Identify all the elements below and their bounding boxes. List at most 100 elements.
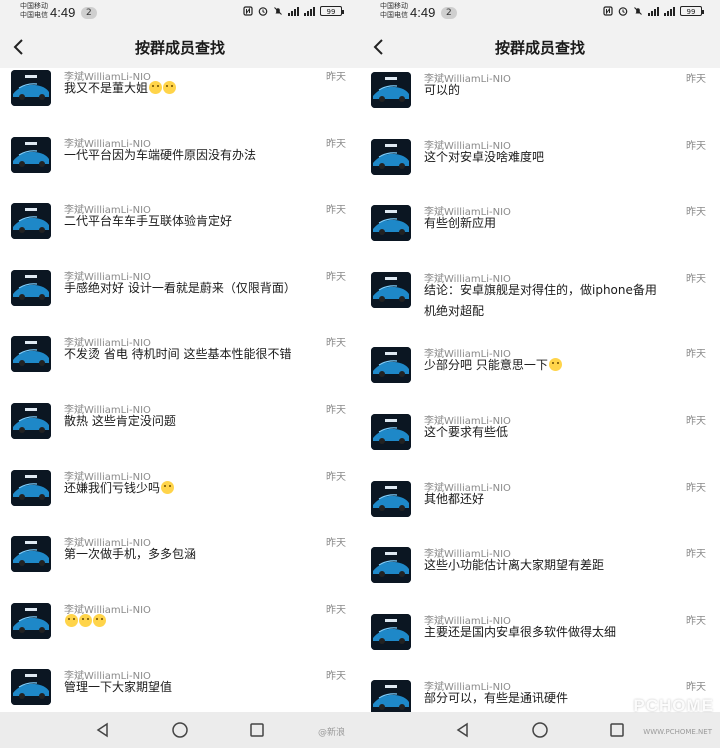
message-text: 一代平台因为车端硬件原因没有办法: [64, 145, 344, 166]
carrier-info: 中国移动 中国电信: [380, 2, 408, 20]
message-text: 这个对安卓没啥难度吧: [424, 147, 704, 168]
emoji-icon: [548, 358, 562, 372]
message-text: 有些创新应用: [424, 213, 704, 234]
message-text: 主要还是国内安卓很多软件做得太细: [424, 622, 704, 643]
message-text: 我又不是董大姐: [64, 78, 344, 99]
recents-square-icon[interactable]: [248, 721, 266, 739]
status-bar: 中国移动 中国电信 4:49 2 99: [360, 0, 720, 26]
avatar[interactable]: [371, 72, 411, 108]
notification-badge: 2: [81, 7, 97, 19]
avatar[interactable]: [11, 70, 51, 106]
back-triangle-icon[interactable]: [94, 721, 112, 739]
battery-icon: 99: [680, 6, 704, 16]
avatar[interactable]: [11, 669, 51, 706]
avatar[interactable]: [371, 613, 411, 650]
avatar[interactable]: [371, 680, 411, 717]
carrier-info: 中国移动 中国电信: [20, 2, 48, 20]
avatar[interactable]: [11, 536, 51, 573]
signal-1-icon: [648, 6, 659, 16]
message-text-line: 散热 这些肯定没问题: [64, 414, 176, 428]
message-text-line: 手感绝对好 设计一看就是蔚来（仅限背面）: [64, 280, 296, 295]
avatar[interactable]: [371, 271, 411, 308]
status-icons: 99: [243, 6, 344, 16]
title-bar: 按群成员查找: [0, 26, 360, 68]
back-triangle-icon[interactable]: [454, 721, 472, 739]
pchome-watermark: PCHOME: [633, 696, 714, 715]
message-text-line: 这个要求有些低: [424, 425, 509, 439]
title-bar: 按群成员查找: [360, 26, 720, 68]
avatar[interactable]: [371, 138, 411, 175]
avatar[interactable]: [371, 205, 411, 242]
avatar[interactable]: [371, 347, 411, 384]
message-text: [64, 611, 344, 632]
message-text: 其他都还好: [424, 489, 704, 510]
navigation-bar: @新浪: [0, 712, 360, 748]
message-text: 二代平台车车手互联体验肯定好: [64, 211, 344, 232]
signal-2-icon: [664, 6, 675, 16]
message-text: 结论：安卓旗舰是对得住的，做iphone备用 机绝对超配: [424, 280, 704, 322]
message-text: 这些小功能估计离大家期望有差距: [424, 555, 704, 576]
message-text: 不发烫 省电 待机时间 这些基本性能很不错: [64, 344, 344, 365]
message-text: 散热 这些肯定没问题: [64, 411, 344, 432]
notification-badge: 2: [441, 7, 457, 19]
message-text-line: 二代平台车车手互联体验肯定好: [64, 214, 233, 229]
signal-2-icon: [304, 6, 315, 16]
nfc-icon: [603, 6, 613, 16]
status-time: 4:49: [410, 5, 436, 20]
carrier-1: 中国移动: [380, 2, 408, 10]
avatar[interactable]: [371, 547, 411, 584]
emoji-icon: [163, 81, 177, 94]
mute-bell-icon: [634, 7, 642, 15]
message-text-line: 这些小功能估计离大家期望有差距: [424, 558, 605, 573]
right-phone-screen: 中国移动 中国电信 4:49 2 99 按群成员查找 李斌WilliamLi-N…: [360, 0, 720, 748]
page-title: 按群成员查找: [134, 39, 225, 57]
nfc-icon: [243, 6, 253, 16]
carrier-2: 中国电信: [20, 11, 48, 19]
message-text-line: 少部分吧 只能意思一下: [424, 358, 548, 373]
carrier-1: 中国移动: [20, 2, 48, 10]
message-text: 可以的: [424, 80, 704, 101]
avatar[interactable]: [11, 336, 51, 373]
message-text-line: 一代平台因为车端硬件原因没有办法: [64, 147, 257, 162]
signal-1-icon: [288, 6, 299, 16]
message-text-line: 我又不是董大姐: [64, 81, 149, 95]
message-text-line-2: 机绝对超配: [424, 303, 485, 318]
message-text: 这个要求有些低: [424, 422, 704, 443]
avatar[interactable]: [11, 203, 51, 240]
message-text-line: 管理一下大家期望值: [64, 680, 173, 695]
avatar[interactable]: [371, 414, 411, 450]
weibo-watermark: @新浪: [318, 728, 346, 738]
avatar[interactable]: [11, 602, 51, 639]
message-text-line: 这个对安卓没啥难度吧: [424, 149, 545, 164]
emoji-icon: [161, 480, 175, 494]
emoji-icon: [93, 613, 106, 627]
page-title: 按群成员查找: [494, 39, 585, 57]
status-time: 4:49: [50, 5, 76, 20]
avatar[interactable]: [11, 136, 51, 173]
message-text-line: 有些创新应用: [424, 216, 497, 231]
status-icons: 99: [603, 6, 704, 16]
message-text-line: 部分可以，有些是通讯硬件: [424, 691, 569, 706]
message-text: 还嫌我们亏钱少吗: [64, 478, 344, 499]
avatar[interactable]: [11, 403, 51, 439]
alarm-icon: [618, 7, 628, 16]
mute-bell-icon: [274, 7, 282, 15]
recents-square-icon[interactable]: [608, 721, 626, 739]
message-text: 手感绝对好 设计一看就是蔚来（仅限背面）: [64, 278, 344, 299]
emoji-icon: [149, 81, 163, 94]
status-bar: 中国移动 中国电信 4:49 2 99: [0, 0, 360, 26]
alarm-icon: [258, 7, 268, 16]
home-circle-icon[interactable]: [531, 721, 549, 739]
message-text: 第一次做手机，多多包涵: [64, 544, 344, 565]
carrier-2: 中国电信: [380, 11, 408, 19]
emoji-icon: [65, 613, 78, 627]
message-text: 少部分吧 只能意思一下: [424, 355, 704, 376]
message-text-line: 主要还是国内安卓很多软件做得太细: [424, 624, 617, 639]
message-text-line: 可以的: [424, 83, 461, 97]
pchome-url-watermark: WWW.PCHOME.NET: [643, 728, 712, 736]
emoji-icon: [79, 613, 92, 627]
avatar[interactable]: [11, 469, 51, 506]
avatar[interactable]: [11, 269, 51, 306]
avatar[interactable]: [371, 480, 411, 517]
home-circle-icon[interactable]: [171, 721, 189, 739]
